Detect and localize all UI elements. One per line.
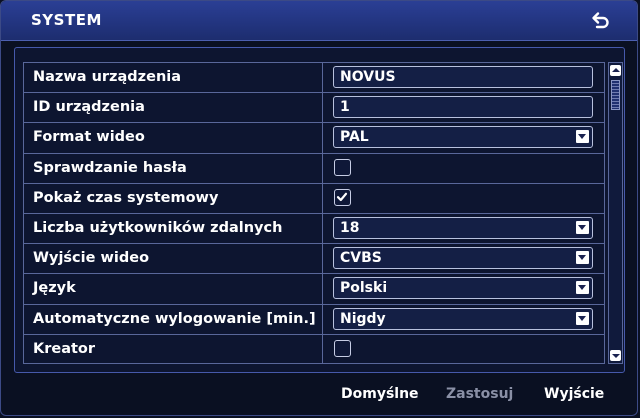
setting-dropdown[interactable]: CVBS <box>333 247 593 270</box>
setting-label: ID urządzenia <box>23 93 323 123</box>
setting-dropdown[interactable]: Polski <box>333 277 593 300</box>
settings-row: Format wideo PAL <box>23 122 605 153</box>
settings-row: Automatyczne wylogowanie [min.] Nigdy <box>23 303 605 334</box>
setting-checkbox[interactable] <box>334 158 351 176</box>
setting-label: Automatyczne wylogowanie [min.] <box>23 304 323 334</box>
title-bar: SYSTEM <box>1 1 637 41</box>
scroll-thumb[interactable] <box>611 80 620 110</box>
settings-row: Sprawdzanie hasła <box>23 152 605 183</box>
setting-value: CVBS <box>340 250 382 267</box>
setting-label: Nazwa urządzenia <box>23 63 323 93</box>
setting-value: 18 <box>340 219 360 236</box>
scroll-down-button[interactable] <box>610 350 621 361</box>
window-title: SYSTEM <box>31 11 102 29</box>
setting-control-cell: 18 <box>323 213 605 244</box>
setting-checkbox[interactable] <box>334 339 351 357</box>
exit-button[interactable]: Wyjście <box>544 386 604 402</box>
setting-control-cell <box>323 183 605 213</box>
scrollbar[interactable] <box>608 62 623 364</box>
setting-dropdown[interactable]: Nigdy <box>333 307 593 330</box>
default-button[interactable]: Domyślne <box>341 386 419 402</box>
setting-control-cell: PAL <box>323 123 605 153</box>
checkmark-icon <box>336 192 348 201</box>
setting-dropdown[interactable]: 18 <box>333 216 593 239</box>
setting-label: Wyjście wideo <box>23 244 323 274</box>
settings-list: Nazwa urządzenia NOVUS ID urządzenia 1 Forma… <box>23 62 605 364</box>
setting-value: 1 <box>340 99 350 116</box>
setting-label: Sprawdzanie hasła <box>23 153 323 183</box>
setting-value: NOVUS <box>340 69 396 85</box>
settings-row: Pokaż czas systemowy <box>23 182 605 213</box>
setting-control-cell: Polski <box>323 274 605 304</box>
settings-row: Liczba użytkowników zdalnych 18 <box>23 212 605 244</box>
setting-label: Format wideo <box>23 123 323 153</box>
apply-button[interactable]: Zastosuj <box>446 386 513 402</box>
setting-control-cell: 1 <box>323 93 605 123</box>
setting-label: Liczba użytkowników zdalnych <box>23 213 323 244</box>
chevron-down-icon <box>576 281 589 295</box>
setting-dropdown[interactable]: PAL <box>333 126 593 149</box>
setting-value: Polski <box>340 280 388 297</box>
setting-value: PAL <box>340 129 369 146</box>
setting-control-cell <box>323 153 605 183</box>
setting-label: Język <box>23 274 323 304</box>
back-arrow-icon <box>592 12 609 29</box>
system-settings-window: SYSTEM Nazwa urządzenia NOVUS ID urządzeni… <box>0 0 638 416</box>
setting-text-input[interactable]: NOVUS <box>333 66 593 88</box>
settings-panel: Nazwa urządzenia NOVUS ID urządzenia 1 Forma… <box>14 47 625 373</box>
setting-control-cell: NOVUS <box>323 63 605 93</box>
chevron-down-icon <box>576 311 589 325</box>
setting-control-cell: CVBS <box>323 244 605 274</box>
setting-checkbox[interactable] <box>334 188 351 206</box>
settings-row: Język Polski <box>23 273 605 304</box>
setting-value: Nigdy <box>340 310 386 327</box>
settings-row: Nazwa urządzenia NOVUS <box>23 62 605 93</box>
chevron-down-icon <box>576 220 589 234</box>
scroll-up-button[interactable] <box>610 65 621 76</box>
back-button[interactable] <box>589 9 611 31</box>
setting-control-cell <box>323 334 605 363</box>
settings-row: Wyjście wideo CVBS <box>23 243 605 274</box>
settings-row: Kreator <box>23 333 605 364</box>
settings-row: ID urządzenia 1 <box>23 92 605 123</box>
setting-control-cell: Nigdy <box>323 304 605 334</box>
chevron-down-icon <box>576 130 589 144</box>
setting-label: Pokaż czas systemowy <box>23 183 323 213</box>
setting-label: Kreator <box>23 334 323 363</box>
chevron-down-icon <box>576 251 589 265</box>
setting-text-input[interactable]: 1 <box>333 96 593 119</box>
